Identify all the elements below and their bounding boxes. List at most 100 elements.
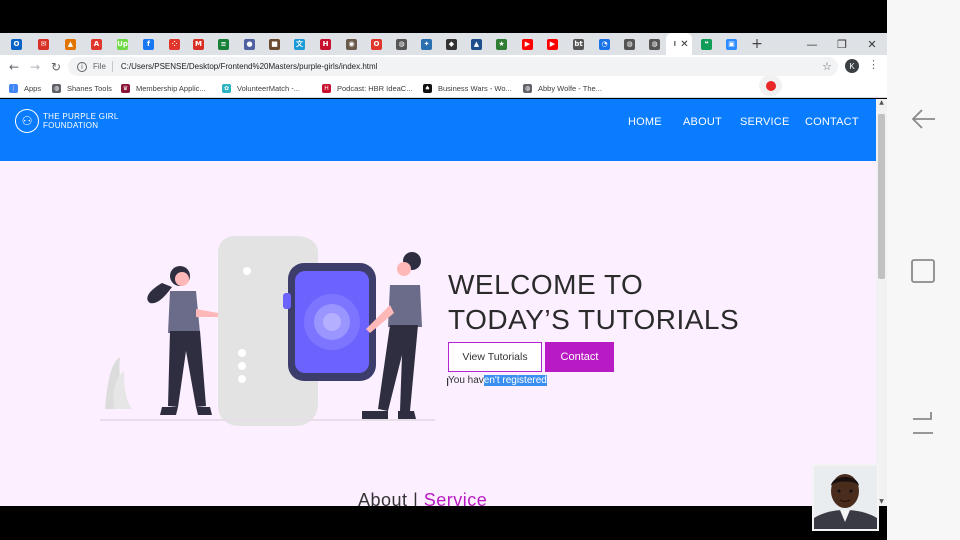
hero-title-line-2: TODAY’S TUTORIALS — [448, 304, 740, 335]
browser-menu-icon[interactable]: ⋮ — [868, 58, 879, 71]
restore-window-icon[interactable]: ❐ — [827, 33, 857, 55]
bookmark-star-icon[interactable]: ☆ — [822, 60, 832, 73]
info-icon[interactable]: i — [77, 61, 87, 72]
contact-button[interactable]: Contact — [545, 342, 614, 372]
browser-tab[interactable]: ● — [237, 33, 262, 55]
podcast-icon: ♠ — [423, 83, 432, 93]
bookmark-item[interactable]: ♛ Membership Applic... — [121, 81, 206, 95]
forward-icon[interactable]: → — [27, 59, 43, 75]
browser-tab[interactable]: ★ — [489, 33, 514, 55]
bookmark-label: Abby Wolfe - The... — [538, 83, 602, 93]
nav-service[interactable]: SERVICE — [740, 116, 790, 128]
android-nav-bar — [887, 0, 960, 540]
browser-tab[interactable]: ◍ — [617, 33, 642, 55]
browser-tab[interactable]: A — [84, 33, 109, 55]
text-icon: bt — [573, 38, 584, 50]
record-button[interactable] — [759, 75, 782, 96]
clock-icon: ◔ — [599, 38, 610, 50]
bookmark-item[interactable]: ♠ Business Wars - Wo... — [423, 81, 512, 95]
logo-text: THE PURPLE GIRL FOUNDATION — [43, 112, 119, 130]
profile-avatar[interactable]: K — [845, 59, 859, 73]
bookmark-item[interactable]: ⋮ Apps — [9, 81, 41, 95]
browser-tab[interactable]: ◔ — [592, 33, 617, 55]
bookmark-item[interactable]: ✿ VolunteerMatch -... — [222, 81, 300, 95]
bookmark-label: Membership Applic... — [136, 83, 206, 93]
opera-icon: O — [371, 38, 382, 50]
acrobat-icon: A — [91, 38, 102, 50]
browser-tab[interactable]: M — [186, 33, 211, 55]
new-tab-icon[interactable]: + — [748, 33, 766, 55]
browser-tab[interactable]: ▣ — [719, 33, 744, 55]
registration-note-plain: You hav — [448, 375, 484, 386]
browser-tab[interactable]: ◍ — [642, 33, 667, 55]
browser-tab[interactable]: ◆ — [439, 33, 464, 55]
minimize-window-icon[interactable]: — — [797, 33, 827, 55]
translate-icon: 文 — [294, 38, 305, 50]
reload-icon[interactable]: ↻ — [48, 59, 64, 75]
page-scrollbar[interactable]: ▲ ▼ — [876, 99, 887, 506]
browser-tab[interactable]: ✉ — [31, 33, 56, 55]
hero-title: WELCOME TO TODAY’S TUTORIALS — [448, 267, 739, 337]
bookmark-item[interactable]: H Podcast: HBR IdeaC... — [322, 81, 412, 95]
back-icon[interactable]: ← — [6, 59, 22, 75]
globe-icon: ◍ — [52, 83, 61, 93]
bookmark-label: Shanes Tools — [67, 83, 112, 93]
site-logo[interactable]: ⚇ THE PURPLE GIRL FOUNDATION — [15, 109, 119, 133]
browser-tab[interactable]: ▶ — [515, 33, 540, 55]
scroll-thumb[interactable] — [878, 114, 885, 279]
url-text[interactable]: C:/Users/PSENSE/Desktop/Frontend%20Maste… — [121, 62, 378, 71]
bookmark-item[interactable]: ◍ Abby Wolfe - The... — [523, 81, 602, 95]
android-back-icon[interactable] — [909, 105, 937, 133]
view-tutorials-button[interactable]: View Tutorials — [448, 342, 542, 372]
address-bar[interactable]: i File C:/Users/PSENSE/Desktop/Frontend%… — [68, 57, 838, 76]
android-overview-icon[interactable] — [909, 409, 937, 437]
browser-tab[interactable]: O — [364, 33, 389, 55]
registration-note-selected: en't registered — [483, 375, 547, 386]
crest-icon: ♛ — [121, 83, 130, 93]
android-recents-icon[interactable] — [909, 257, 937, 285]
webcam-overlay — [812, 464, 879, 531]
photo-icon: ■ — [269, 38, 280, 50]
circle-icon: ● — [244, 38, 255, 50]
globe-icon: ◍ — [396, 38, 407, 50]
bookmark-label: Podcast: HBR IdeaC... — [337, 83, 413, 93]
close-window-icon[interactable]: ✕ — [857, 33, 887, 55]
mail-icon: ✉ — [38, 38, 49, 50]
browser-tab[interactable]: ▲ — [58, 33, 83, 55]
bookmark-label: Apps — [24, 83, 42, 93]
hangouts-icon: ❝ — [701, 38, 712, 50]
browser-tab[interactable]: I ✕ — [666, 33, 692, 55]
bookmarks-bar: ⋮ Apps ◍ Shanes Tools ♛ Membership Applic... ✿… — [0, 78, 887, 98]
nav-about[interactable]: ABOUT — [683, 116, 722, 128]
browser-tab[interactable]: Up — [110, 33, 135, 55]
browser-tab[interactable]: bt — [566, 33, 591, 55]
scroll-down-icon[interactable]: ▼ — [878, 498, 885, 506]
scroll-up-icon[interactable]: ▲ — [878, 99, 885, 107]
bear-icon: ◆ — [446, 38, 457, 50]
browser-tab[interactable]: ◍ — [389, 33, 414, 55]
browser-tab[interactable]: ▶ — [540, 33, 565, 55]
browser-tab[interactable]: f — [136, 33, 161, 55]
web-page: ⚇ THE PURPLE GIRL FOUNDATION HOME ABOUT … — [0, 99, 887, 506]
browser-tab[interactable]: ⁘ — [162, 33, 187, 55]
browser-tab[interactable]: ✦ — [414, 33, 439, 55]
apps-grid-icon: ⋮ — [9, 83, 18, 93]
browser-tab[interactable]: ■ — [262, 33, 287, 55]
browser-tab[interactable]: ◉ — [339, 33, 364, 55]
hbr-icon: H — [322, 83, 331, 93]
nav-home[interactable]: HOME — [628, 116, 662, 128]
browser-tab[interactable]: H — [313, 33, 338, 55]
logo-line-1: THE PURPLE GIRL — [43, 112, 119, 121]
hero-title-line-1: WELCOME TO — [448, 269, 644, 300]
bookmark-item[interactable]: ◍ Shanes Tools — [52, 81, 112, 95]
youtube-icon: ▶ — [522, 38, 533, 50]
nav-contact[interactable]: CONTACT — [805, 116, 859, 128]
browser-tab[interactable]: O — [4, 33, 29, 55]
logo-people-icon: ⚇ — [15, 109, 39, 133]
browser-tab[interactable]: ≡ — [211, 33, 236, 55]
browser-tab[interactable]: ▲ — [464, 33, 489, 55]
gmail-icon: M — [193, 38, 204, 50]
browser-tab[interactable]: ❝ — [694, 33, 719, 55]
browser-tab[interactable]: 文 — [287, 33, 312, 55]
tab-close-icon[interactable]: ✕ — [680, 39, 688, 50]
